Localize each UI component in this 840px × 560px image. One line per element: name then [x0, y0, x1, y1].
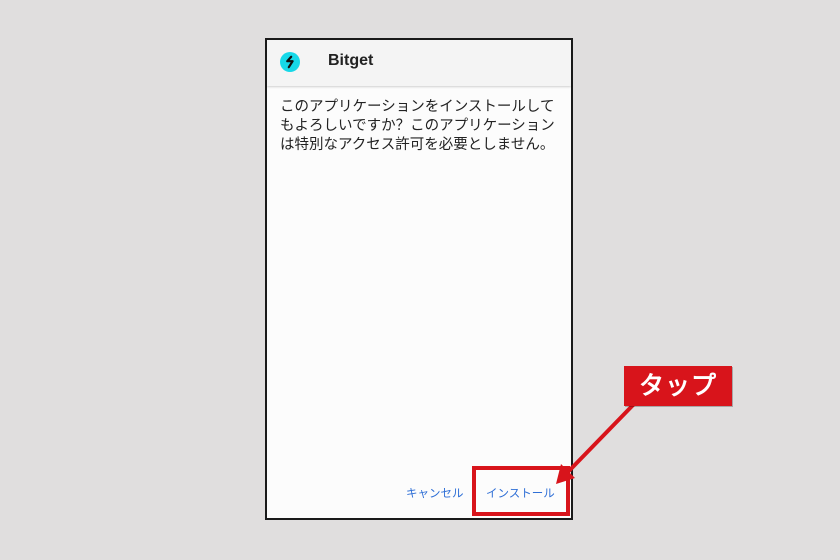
cancel-button[interactable]: キャンセル: [406, 485, 464, 501]
bitget-logo-icon: [280, 52, 300, 72]
tap-callout: タップ: [624, 366, 732, 406]
dialog-header: Bitget: [267, 40, 571, 86]
app-title: Bitget: [328, 52, 374, 69]
install-message: このアプリケーションをインストールしてもよろしいですか？このアプリケーションは特…: [280, 99, 555, 153]
install-dialog-screen: Bitget このアプリケーションをインストールしてもよろしいですか？このアプリ…: [265, 38, 573, 520]
install-button-highlight: [472, 466, 570, 516]
